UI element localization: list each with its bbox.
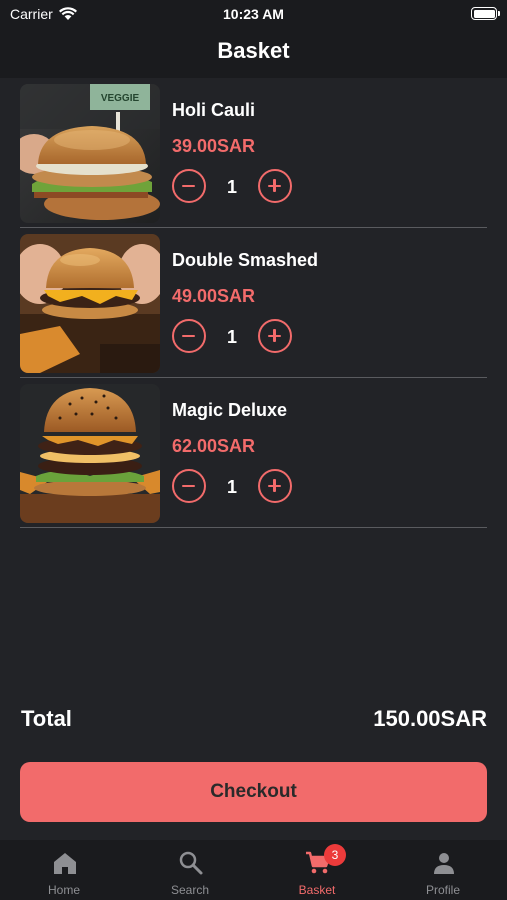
item-name: Magic Deluxe (172, 400, 288, 420)
item-name: Holi Cauli (172, 100, 256, 120)
increase-quantity-button[interactable] (258, 319, 292, 353)
item-name: Double Smashed (172, 250, 319, 270)
checkout-button[interactable]: Checkout (20, 762, 487, 822)
tab-home[interactable]: Home (1, 840, 127, 900)
page-title: Basket (217, 38, 290, 63)
search-icon (179, 851, 203, 875)
tab-search[interactable]: Search (127, 840, 253, 900)
status-bar: Carrier 10:23 AM (0, 0, 507, 28)
home-icon (54, 853, 76, 874)
item-image (20, 234, 160, 373)
tab-basket[interactable]: 3 Basket (254, 840, 380, 900)
quantity-stepper: 1 (172, 469, 296, 505)
item-image: VEGGIE (20, 84, 160, 223)
tab-bar: Home Search 3 Basket Profile (0, 840, 507, 900)
decrease-quantity-button[interactable] (172, 169, 206, 203)
tab-label: Search (170, 883, 210, 897)
basket-item: Magic Deluxe 62.00SAR 1 (20, 378, 487, 528)
navigation-bar: Basket (0, 28, 507, 78)
total-value: 150.00SAR (373, 706, 487, 731)
tab-label: Home (47, 883, 80, 897)
increase-quantity-button[interactable] (258, 169, 292, 203)
quantity-value: 1 (226, 327, 237, 347)
quantity-stepper: 1 (172, 169, 296, 205)
item-price: 49.00SAR (172, 286, 256, 306)
quantity-value: 1 (226, 477, 237, 497)
increase-quantity-button[interactable] (258, 469, 292, 503)
minus-icon (182, 334, 195, 337)
tab-profile[interactable]: Profile (380, 840, 506, 900)
quantity-value: 1 (226, 177, 237, 197)
basket-item: VEGGIE Holi Cauli 39.00SAR 1 (20, 78, 487, 228)
total-row: Total 150.00SAR (21, 706, 487, 736)
status-time: 10:23 AM (223, 6, 284, 22)
decrease-quantity-button[interactable] (172, 469, 206, 503)
item-price: 39.00SAR (172, 136, 256, 156)
item-price: 62.00SAR (172, 436, 256, 456)
minus-icon (182, 184, 195, 187)
minus-icon (182, 484, 195, 487)
burger-photo-deluxe (20, 384, 160, 523)
basket-item: Double Smashed 49.00SAR 1 (20, 228, 487, 378)
person-icon (434, 853, 454, 874)
battery-icon (471, 7, 500, 20)
tab-label: Profile (425, 883, 460, 897)
veggie-flag-text: VEGGIE (101, 93, 140, 104)
total-label: Total (21, 706, 72, 731)
decrease-quantity-button[interactable] (172, 319, 206, 353)
burger-photo-veggie: VEGGIE (20, 84, 160, 223)
basket-count-badge: 3 (324, 844, 346, 866)
tab-label: Basket (298, 883, 336, 897)
quantity-stepper: 1 (172, 319, 296, 355)
item-image (20, 384, 160, 523)
burger-photo-smashed (20, 234, 160, 373)
